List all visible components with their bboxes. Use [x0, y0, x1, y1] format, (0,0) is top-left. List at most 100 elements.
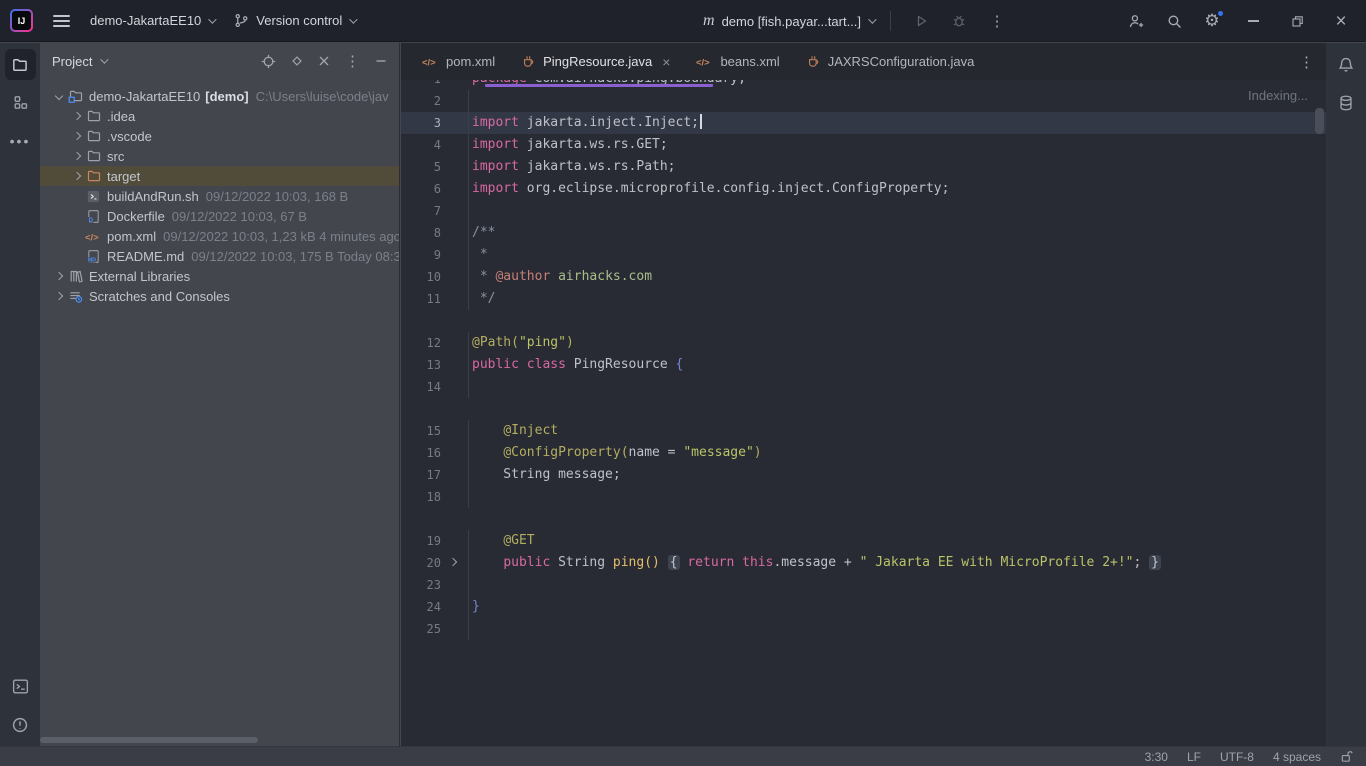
gutter-fold-area[interactable]: [441, 266, 468, 288]
code-line-16[interactable]: 16 @ConfigProperty(name = "message"): [401, 442, 1326, 464]
gutter-fold-area[interactable]: [441, 288, 468, 310]
gutter-fold-area[interactable]: [441, 552, 468, 574]
close-button[interactable]: ×: [1324, 0, 1358, 42]
line-number[interactable]: 19: [401, 530, 441, 552]
code-line-3[interactable]: 3import jakarta.inject.Inject;: [401, 112, 1326, 134]
panel-options-button[interactable]: ⋮: [345, 52, 360, 70]
code-line-24[interactable]: 24}: [401, 596, 1326, 618]
tree-item--idea[interactable]: .idea: [40, 106, 399, 126]
tree-chevron-icon[interactable]: [50, 93, 67, 99]
gutter-fold-area[interactable]: [441, 178, 468, 200]
code-line-14[interactable]: 14: [401, 376, 1326, 398]
code-line-15[interactable]: 15 @Inject: [401, 420, 1326, 442]
line-number[interactable]: 8: [401, 222, 441, 244]
gutter-fold-area[interactable]: [441, 486, 468, 508]
tab-beans-xml[interactable]: </>beans.xml: [683, 43, 792, 80]
more-tool-windows-button[interactable]: •••: [5, 125, 36, 156]
structure-toolwindow-button[interactable]: [5, 87, 36, 118]
tab-jaxrsconfiguration-java[interactable]: JAXRSConfiguration.java: [793, 43, 988, 80]
code-spacer-row[interactable]: [401, 508, 1326, 530]
code-line-18[interactable]: 18: [401, 486, 1326, 508]
main-menu-button[interactable]: [53, 15, 70, 27]
line-number[interactable]: 12: [401, 332, 441, 354]
line-number[interactable]: 20: [401, 552, 441, 574]
code-line-11[interactable]: 11 */: [401, 288, 1326, 310]
more-run-options-button[interactable]: ⋮: [983, 7, 1011, 35]
line-number[interactable]: 18: [401, 486, 441, 508]
project-toolwindow-button[interactable]: [5, 49, 36, 80]
line-number[interactable]: 5: [401, 156, 441, 178]
terminal-toolwindow-button[interactable]: [5, 671, 36, 702]
gutter-fold-area[interactable]: [441, 618, 468, 640]
code-line-19[interactable]: 19 @GET: [401, 530, 1326, 552]
line-number[interactable]: 4: [401, 134, 441, 156]
gutter-fold-area[interactable]: [441, 354, 468, 376]
code-line-12[interactable]: 12@Path("ping"): [401, 332, 1326, 354]
search-everywhere-button[interactable]: [1160, 7, 1188, 35]
line-number[interactable]: 24: [401, 596, 441, 618]
project-selector[interactable]: demo-JakartaEE10: [90, 13, 214, 28]
code-line-17[interactable]: 17 String message;: [401, 464, 1326, 486]
tree-item--vscode[interactable]: .vscode: [40, 126, 399, 146]
line-number[interactable]: 16: [401, 442, 441, 464]
tree-chevron-icon[interactable]: [68, 133, 85, 139]
tree-chevron-icon[interactable]: [50, 293, 67, 299]
code-spacer-row[interactable]: [401, 310, 1326, 332]
tree-item-target[interactable]: target: [40, 166, 399, 186]
gutter-fold-area[interactable]: [441, 464, 468, 486]
status-4-spaces[interactable]: 4 spaces: [1273, 750, 1321, 764]
vcs-widget[interactable]: Version control: [234, 13, 355, 28]
tree-chevron-icon[interactable]: [68, 113, 85, 119]
code-editor[interactable]: Indexing... 1package com.airhacks.ping.b…: [401, 80, 1326, 746]
tree-item-external-libraries[interactable]: External Libraries: [40, 266, 399, 286]
run-button[interactable]: [907, 7, 935, 35]
line-number[interactable]: 13: [401, 354, 441, 376]
line-number[interactable]: 23: [401, 574, 441, 596]
gutter-fold-area[interactable]: [441, 596, 468, 618]
code-line-5[interactable]: 5import jakarta.ws.rs.Path;: [401, 156, 1326, 178]
line-number[interactable]: 11: [401, 288, 441, 310]
code-line-1[interactable]: 1package com.airhacks.ping.boundary;: [401, 80, 1326, 90]
tab-pom-xml[interactable]: </>pom.xml: [409, 43, 508, 80]
fold-arrow-icon[interactable]: [449, 558, 457, 566]
line-number[interactable]: 14: [401, 376, 441, 398]
line-number[interactable]: 3: [401, 112, 441, 134]
status-lf[interactable]: LF: [1187, 750, 1201, 764]
locate-file-button[interactable]: [261, 54, 276, 69]
tab-close-icon[interactable]: ×: [662, 55, 670, 69]
line-number[interactable]: 25: [401, 618, 441, 640]
code-line-10[interactable]: 10 * @author airhacks.com: [401, 266, 1326, 288]
code-line-2[interactable]: 2: [401, 90, 1326, 112]
tree-item-dockerfile[interactable]: DDockerfile09/12/2022 10:03, 67 B: [40, 206, 399, 226]
gutter-fold-area[interactable]: [441, 90, 468, 112]
tree-item-src[interactable]: src: [40, 146, 399, 166]
notifications-button[interactable]: [1331, 49, 1362, 80]
gutter-fold-area[interactable]: [441, 200, 468, 222]
expand-button[interactable]: [291, 55, 303, 67]
line-number[interactable]: 15: [401, 420, 441, 442]
gutter-fold-area[interactable]: [441, 156, 468, 178]
line-number[interactable]: 17: [401, 464, 441, 486]
tree-item-pom-xml[interactable]: </>pom.xml09/12/2022 10:03, 1,23 kB 4 mi…: [40, 226, 399, 246]
settings-button[interactable]: ⚙: [1198, 7, 1226, 35]
database-button[interactable]: [1331, 87, 1362, 118]
gutter-fold-area[interactable]: [441, 134, 468, 156]
line-number[interactable]: 2: [401, 90, 441, 112]
project-horizontal-scrollbar[interactable]: [40, 737, 258, 743]
tree-item-buildandrun-sh[interactable]: buildAndRun.sh09/12/2022 10:03, 168 B: [40, 186, 399, 206]
gutter-fold-area[interactable]: [441, 112, 468, 134]
tree-item-demo-jakartaee10[interactable]: demo-JakartaEE10[demo]C:\Users\luise\cod…: [40, 86, 399, 106]
problems-toolwindow-button[interactable]: [5, 709, 36, 740]
code-spacer-row[interactable]: [401, 398, 1326, 420]
code-line-4[interactable]: 4import jakarta.ws.rs.GET;: [401, 134, 1326, 156]
line-number[interactable]: 9: [401, 244, 441, 266]
debug-button[interactable]: [945, 7, 973, 35]
collapse-all-button[interactable]: [318, 55, 330, 67]
tree-item-readme-md[interactable]: MDREADME.md09/12/2022 10:03, 175 B Today…: [40, 246, 399, 266]
editor-vertical-scrollbar[interactable]: [1315, 108, 1324, 134]
code-line-9[interactable]: 9 *: [401, 244, 1326, 266]
code-line-8[interactable]: 8/**: [401, 222, 1326, 244]
code-line-23[interactable]: 23: [401, 574, 1326, 596]
code-line-6[interactable]: 6import org.eclipse.microprofile.config.…: [401, 178, 1326, 200]
run-configuration-selector[interactable]: m demo [fish.payar...tart...]: [703, 12, 874, 30]
